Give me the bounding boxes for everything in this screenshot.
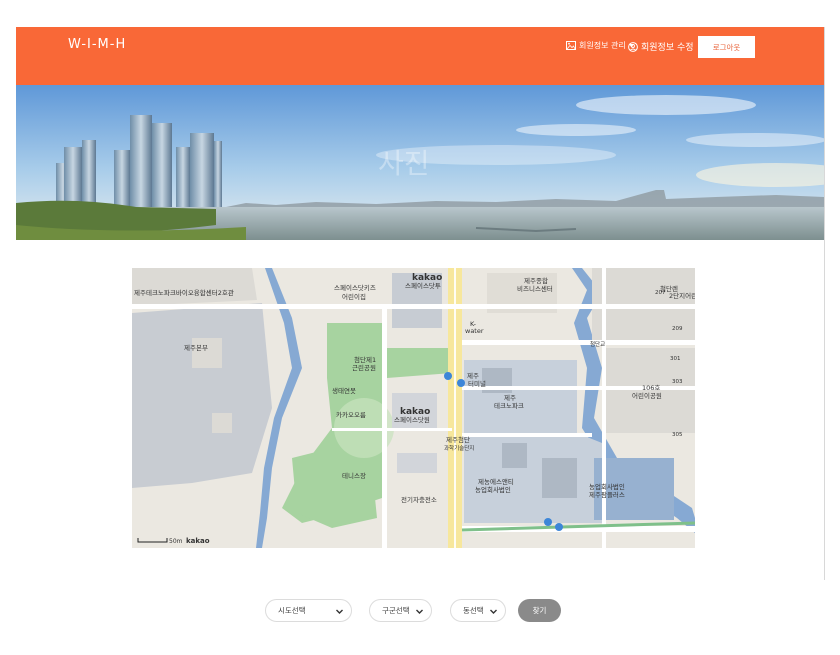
top-navbar: W-I-M-H 회원정보 관리 회원정보 수정 로그아웃 xyxy=(16,27,824,85)
member-edit-label: 회원정보 수정 xyxy=(641,43,694,53)
map-label-jenong2: 농업회사법인 xyxy=(475,485,511,494)
map-label-park106-1: 106호 xyxy=(642,384,660,392)
chevron-down-icon xyxy=(416,609,423,614)
map-canvas[interactable]: 제주테크노파크바이오융합센터2호관 스페이스닷키즈 어린이집 kakao 스페이… xyxy=(132,268,695,548)
page-border-line xyxy=(824,27,825,580)
map-label-charging: 전기자충전소 xyxy=(401,495,437,504)
map-label-bridge: 첨단교 xyxy=(590,340,605,348)
map-label-agri1: 농업회사법인 xyxy=(589,482,625,491)
map-label-kids: 스페이스닷키즈 xyxy=(334,283,376,292)
map-label-cheomdan1: 제주첨단 xyxy=(446,435,470,444)
map-label-bizcenter1: 제주종합 xyxy=(524,276,548,285)
map-label-terminal1: 제주 xyxy=(467,372,479,380)
kakao-map[interactable]: 제주테크노파크바이오융합센터2호관 스페이스닷키즈 어린이집 kakao 스페이… xyxy=(132,268,695,548)
map-label-cheomdan2: 과학기술단지 xyxy=(444,444,474,452)
map-label-hq: 제주본부 xyxy=(184,344,208,352)
map-label-n209: 209 xyxy=(672,326,683,332)
chevron-down-icon xyxy=(336,609,343,614)
map-label-n207: 207 xyxy=(655,290,666,296)
map-label-space-one: 스페이스닷원 xyxy=(394,415,430,424)
member-manage-menu[interactable]: 회원정보 관리 xyxy=(566,40,634,51)
map-label-kids2: 어린이집 xyxy=(342,292,366,301)
sido-select[interactable]: 시도선택 xyxy=(265,599,352,622)
map-label-cheomdan-park1: 첨단제1 xyxy=(354,355,376,364)
sido-select-label: 시도선택 xyxy=(278,606,306,615)
member-edit-link[interactable]: 회원정보 수정 xyxy=(628,40,694,53)
member-manage-label: 회원정보 관리 xyxy=(579,41,626,50)
map-label-park106-2: 어린이공원 xyxy=(632,391,662,400)
map-label-park-s2: 2단지어린 xyxy=(669,291,695,300)
map-label-kakao-logo: kakao xyxy=(186,537,210,545)
map-label-bizcenter2: 비즈니스센터 xyxy=(517,284,553,293)
banner-overlay-text: 사진 xyxy=(378,147,430,180)
map-label-techno2: 테크노파크 xyxy=(494,401,524,410)
map-label-bio: 제주테크노파크바이오융합센터2호관 xyxy=(134,288,234,297)
banner-cityscape-image: 사진 xyxy=(16,85,824,240)
map-label-scale: 50m xyxy=(169,538,183,545)
map-label-n303: 303 xyxy=(672,379,683,385)
map-label-agri2: 제주팜플러스 xyxy=(589,490,625,499)
map-label-n301: 301 xyxy=(670,356,681,362)
dong-select[interactable]: 동선택 xyxy=(450,599,506,622)
map-label-n305: 305 xyxy=(672,432,683,438)
map-label-space-top: 스페이스닷투 xyxy=(405,281,441,290)
chevron-down-icon xyxy=(490,609,497,614)
brand-logo[interactable]: W-I-M-H xyxy=(68,37,126,52)
map-label-eco: 생태연못 xyxy=(332,386,356,395)
gugun-select[interactable]: 구군선택 xyxy=(369,599,432,622)
map-label-cheomdan-park2: 근린공원 xyxy=(352,363,376,372)
logout-button[interactable]: 로그아웃 xyxy=(698,36,755,58)
map-label-terminal2: 터미널 xyxy=(468,379,486,388)
map-label-techno1: 제주 xyxy=(504,394,516,402)
map-label-tennis: 테니스장 xyxy=(342,471,366,480)
hero-banner: 사진 xyxy=(16,85,824,240)
map-label-kakao-oreum: 카카오오름 xyxy=(336,410,366,419)
map-label-kwater2: water xyxy=(465,327,484,335)
find-button[interactable]: 찾기 xyxy=(518,599,561,622)
image-icon xyxy=(566,41,576,50)
user-circle-icon xyxy=(628,41,638,52)
gugun-select-label: 구군선택 xyxy=(382,606,410,615)
map-label-jenong1: 제농에스앤티 xyxy=(478,477,514,486)
dong-select-label: 동선택 xyxy=(463,606,484,615)
